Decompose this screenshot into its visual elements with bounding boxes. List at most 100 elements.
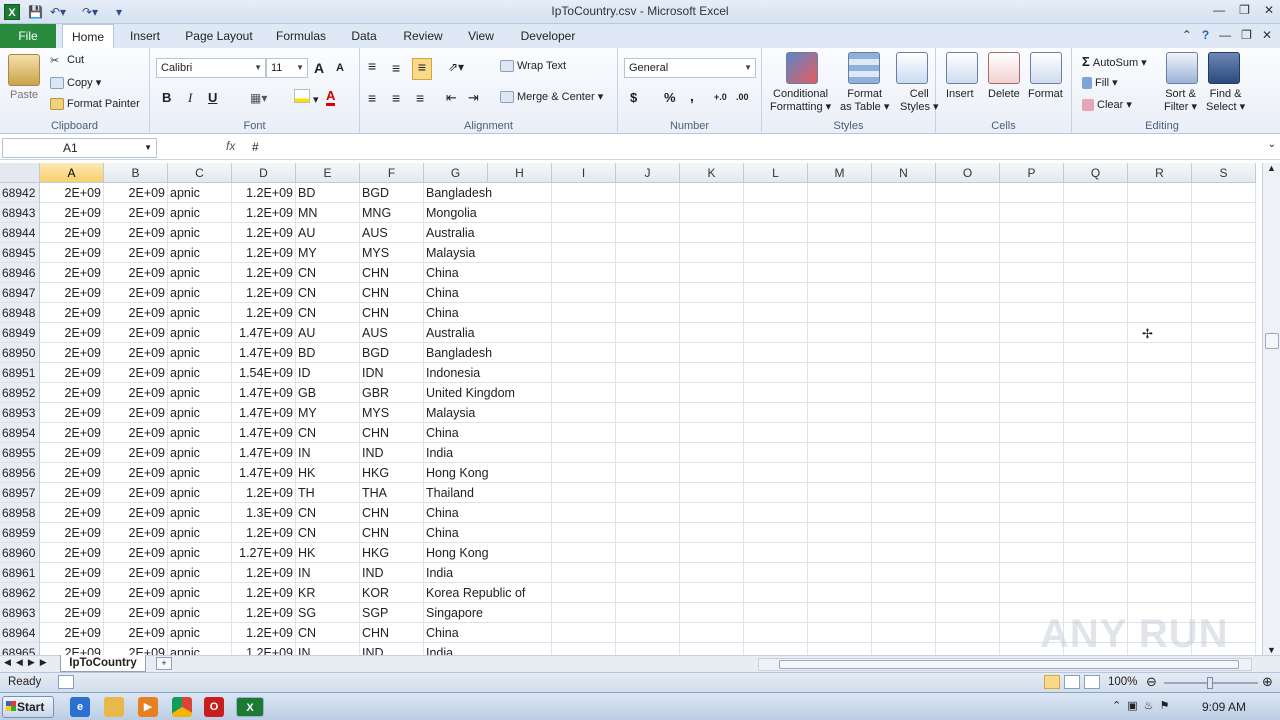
cell-empty[interactable] (872, 643, 936, 655)
cell-empty[interactable] (488, 383, 552, 403)
cell-empty[interactable] (680, 343, 744, 363)
cell-empty[interactable] (552, 183, 616, 203)
cell-b[interactable]: 2E+09 (104, 603, 168, 623)
cell-empty[interactable] (1128, 543, 1192, 563)
cell-empty[interactable] (1192, 403, 1256, 423)
cell-a[interactable]: 2E+09 (40, 283, 104, 303)
row-header[interactable]: 68949 (0, 323, 40, 343)
cell-empty[interactable] (808, 623, 872, 643)
increase-decimal-button[interactable]: +.0 (714, 92, 727, 102)
cell-empty[interactable] (808, 443, 872, 463)
cell-empty[interactable] (1000, 483, 1064, 503)
cell-empty[interactable] (744, 463, 808, 483)
cell-empty[interactable] (744, 263, 808, 283)
row-header[interactable]: 68944 (0, 223, 40, 243)
cell-empty[interactable] (1000, 563, 1064, 583)
cell-d[interactable]: 1.47E+09 (232, 323, 296, 343)
cell-b[interactable]: 2E+09 (104, 403, 168, 423)
cell-c[interactable]: apnic (168, 423, 232, 443)
cell-empty[interactable] (488, 423, 552, 443)
row-header[interactable]: 68965 (0, 643, 40, 655)
cell-empty[interactable] (1192, 223, 1256, 243)
format-cells-icon[interactable] (1030, 52, 1062, 84)
cell-e[interactable]: CN (296, 263, 360, 283)
cell-a[interactable]: 2E+09 (40, 463, 104, 483)
column-header-d[interactable]: D (232, 163, 296, 183)
cell-empty[interactable] (872, 323, 936, 343)
percent-button[interactable]: % (664, 90, 676, 105)
cell-empty[interactable] (488, 583, 552, 603)
cell-g[interactable]: Bangladesh (424, 183, 492, 203)
cell-empty[interactable] (616, 263, 680, 283)
cell-a[interactable]: 2E+09 (40, 643, 104, 655)
start-button[interactable]: Start (2, 696, 54, 718)
cell-c[interactable]: apnic (168, 583, 232, 603)
cell-empty[interactable] (616, 403, 680, 423)
cell-b[interactable]: 2E+09 (104, 243, 168, 263)
cell-empty[interactable] (1192, 183, 1256, 203)
merge-center-button[interactable]: Merge & Center ▾ (500, 90, 603, 104)
cell-empty[interactable] (488, 503, 552, 523)
shrink-font-button[interactable]: A (336, 62, 344, 74)
cell-empty[interactable] (680, 463, 744, 483)
cell-e[interactable]: CN (296, 283, 360, 303)
cell-empty[interactable] (1192, 383, 1256, 403)
cell-empty[interactable] (744, 483, 808, 503)
cell-empty[interactable] (552, 603, 616, 623)
cell-empty[interactable] (1128, 583, 1192, 603)
cell-d[interactable]: 1.3E+09 (232, 503, 296, 523)
tab-data[interactable]: Data (340, 24, 388, 48)
cell-empty[interactable] (680, 303, 744, 323)
media-player-icon[interactable]: ▶ (138, 697, 158, 717)
cell-f[interactable]: CHN (360, 283, 424, 303)
cell-empty[interactable] (552, 303, 616, 323)
cell-d[interactable]: 1.47E+09 (232, 463, 296, 483)
cell-c[interactable]: apnic (168, 203, 232, 223)
cell-f[interactable]: IDN (360, 363, 424, 383)
cell-b[interactable]: 2E+09 (104, 563, 168, 583)
cell-b[interactable]: 2E+09 (104, 583, 168, 603)
cell-d[interactable]: 1.2E+09 (232, 243, 296, 263)
ie-icon[interactable]: e (70, 697, 90, 717)
normal-view-icon[interactable] (1044, 675, 1060, 689)
cell-g[interactable]: China (424, 423, 488, 443)
cell-empty[interactable] (936, 263, 1000, 283)
cell-empty[interactable] (616, 343, 680, 363)
select-all-corner[interactable] (0, 163, 40, 183)
cell-e[interactable]: CN (296, 523, 360, 543)
row-header[interactable]: 68957 (0, 483, 40, 503)
cell-empty[interactable] (1064, 283, 1128, 303)
cell-empty[interactable] (488, 483, 552, 503)
cell-empty[interactable] (1192, 363, 1256, 383)
cell-empty[interactable] (680, 423, 744, 443)
cell-d[interactable]: 1.2E+09 (232, 283, 296, 303)
cell-d[interactable]: 1.47E+09 (232, 343, 296, 363)
cell-c[interactable]: apnic (168, 383, 232, 403)
cell-empty[interactable] (936, 243, 1000, 263)
cell-e[interactable]: SG (296, 603, 360, 623)
cell-g[interactable]: Hong Kong (424, 463, 489, 483)
cell-empty[interactable] (1192, 283, 1256, 303)
cell-b[interactable]: 2E+09 (104, 263, 168, 283)
cell-empty[interactable] (744, 403, 808, 423)
close-icon[interactable]: ✕ (1264, 3, 1274, 17)
conditional-formatting-button[interactable]: Conditional Formatting ▾ (770, 88, 831, 114)
cell-c[interactable]: apnic (168, 283, 232, 303)
cell-styles-icon[interactable] (896, 52, 928, 84)
paste-icon[interactable] (8, 54, 40, 86)
cell-empty[interactable] (552, 443, 616, 463)
cell-g[interactable]: Malaysia (424, 243, 488, 263)
cell-empty[interactable] (872, 483, 936, 503)
cell-empty[interactable] (1128, 263, 1192, 283)
cell-a[interactable]: 2E+09 (40, 503, 104, 523)
cell-empty[interactable] (1128, 323, 1192, 343)
cell-g[interactable]: Bangladesh (424, 343, 492, 363)
cell-a[interactable]: 2E+09 (40, 263, 104, 283)
column-header-h[interactable]: H (488, 163, 552, 183)
row-header[interactable]: 68954 (0, 423, 40, 443)
insert-cells-button[interactable]: Insert (946, 88, 974, 100)
cell-empty[interactable] (872, 263, 936, 283)
cell-empty[interactable] (808, 243, 872, 263)
row-header[interactable]: 68953 (0, 403, 40, 423)
cell-empty[interactable] (744, 563, 808, 583)
